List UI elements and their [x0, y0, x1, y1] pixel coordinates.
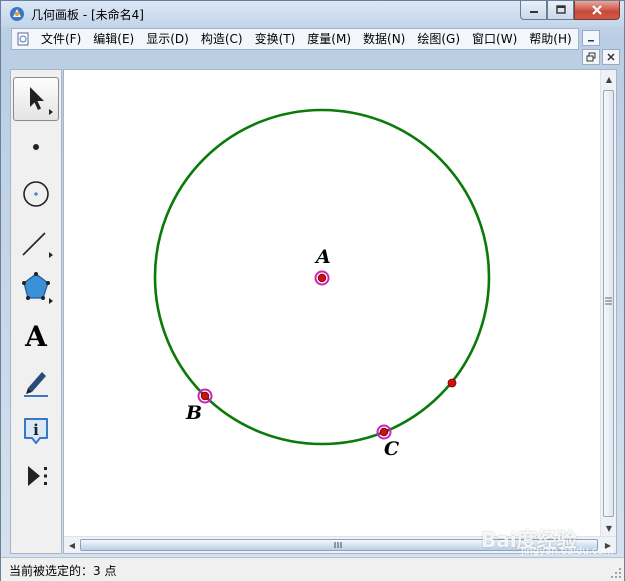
menu-help[interactable]: 帮助(H) — [523, 29, 577, 49]
menu-transform[interactable]: 变换(T) — [249, 29, 302, 49]
vertical-scroll-thumb[interactable] — [603, 90, 614, 517]
segment-icon — [22, 232, 53, 258]
point-on-circle[interactable] — [447, 378, 457, 388]
arrow-icon — [30, 87, 53, 115]
document-icon[interactable] — [16, 32, 30, 46]
close-icon — [592, 5, 602, 15]
status-text: 当前被选定的：3 点 — [9, 564, 117, 578]
document-window-controls — [582, 30, 620, 65]
maximize-icon — [555, 5, 566, 14]
point-tool[interactable] — [13, 124, 59, 168]
baidu-watermark-url: jingyan.baidu.com — [521, 546, 614, 557]
window-title: 几何画板 - [未命名4] — [31, 8, 144, 22]
straightedge-tool[interactable] — [13, 220, 59, 264]
custom-tool[interactable] — [13, 454, 59, 498]
menu-bar: 文件(F) 编辑(E) 显示(D) 构造(C) 变换(T) 度量(M) 数据(N… — [11, 28, 579, 50]
scroll-down-arrow-icon[interactable]: ▼ — [602, 521, 616, 535]
minimize-button[interactable] — [520, 1, 547, 20]
minimize-icon — [529, 11, 538, 13]
menu-graph[interactable]: 绘图(G) — [411, 29, 466, 49]
doc-restore-button[interactable] — [582, 49, 600, 65]
status-bar: 当前被选定的：3 点 — [1, 557, 624, 581]
point-c-label[interactable]: C — [384, 438, 399, 460]
circle-icon — [23, 181, 49, 207]
marker-pen-icon — [24, 372, 48, 397]
maximize-button[interactable] — [547, 1, 574, 20]
app-window: 几何画板 - [未命名4] 文件(F) 编辑(E) 显示(D) 构造(C) 变换… — [0, 0, 625, 581]
menu-construct[interactable]: 构造(C) — [195, 29, 249, 49]
menu-window[interactable]: 窗口(W) — [466, 29, 523, 49]
svg-text:i: i — [33, 421, 39, 439]
text-icon: A — [25, 319, 47, 353]
point-b-label[interactable]: B — [186, 402, 202, 424]
point-a[interactable] — [314, 270, 330, 286]
marker-tool[interactable] — [13, 360, 59, 404]
point-icon — [33, 144, 39, 150]
polygon-tool[interactable] — [13, 266, 59, 310]
information-tool[interactable]: i — [13, 408, 59, 452]
point-b[interactable] — [197, 388, 213, 404]
grip-icon — [334, 542, 342, 548]
menu-measure[interactable]: 度量(M) — [301, 29, 357, 49]
menu-display[interactable]: 显示(D) — [140, 29, 195, 49]
sketch-canvas[interactable]: A B C ▲ ▼ ◀ ▶ — [63, 69, 617, 554]
pentagon-icon — [22, 272, 53, 304]
compass-tool[interactable] — [13, 172, 59, 216]
doc-minimize-button[interactable] — [582, 30, 600, 46]
close-button[interactable] — [574, 1, 620, 20]
info-icon: i — [24, 418, 48, 444]
toolbox: A i — [10, 69, 62, 554]
menu-number[interactable]: 数据(N) — [357, 29, 411, 49]
point-c[interactable] — [376, 424, 392, 440]
scroll-left-arrow-icon[interactable]: ◀ — [65, 538, 79, 552]
restore-icon — [586, 52, 596, 62]
point-a-label[interactable]: A — [316, 246, 331, 268]
minimize-icon — [588, 40, 594, 42]
menu-file[interactable]: 文件(F) — [35, 29, 87, 49]
sketch-drawing[interactable] — [64, 70, 600, 537]
title-bar[interactable]: 几何画板 - [未命名4] — [1, 1, 624, 27]
vertical-scrollbar[interactable]: ▲ ▼ — [600, 70, 616, 537]
close-icon — [607, 53, 615, 61]
resize-grip-icon[interactable] — [610, 567, 622, 579]
window-controls — [520, 1, 620, 21]
grip-icon — [605, 297, 612, 305]
text-tool[interactable]: A — [13, 314, 59, 358]
play-more-icon — [28, 466, 47, 486]
app-logo-icon — [10, 7, 24, 21]
menu-edit[interactable]: 编辑(E) — [87, 29, 140, 49]
doc-close-button[interactable] — [602, 49, 620, 65]
arrow-select-tool[interactable] — [13, 77, 59, 121]
scroll-up-arrow-icon[interactable]: ▲ — [602, 72, 616, 86]
